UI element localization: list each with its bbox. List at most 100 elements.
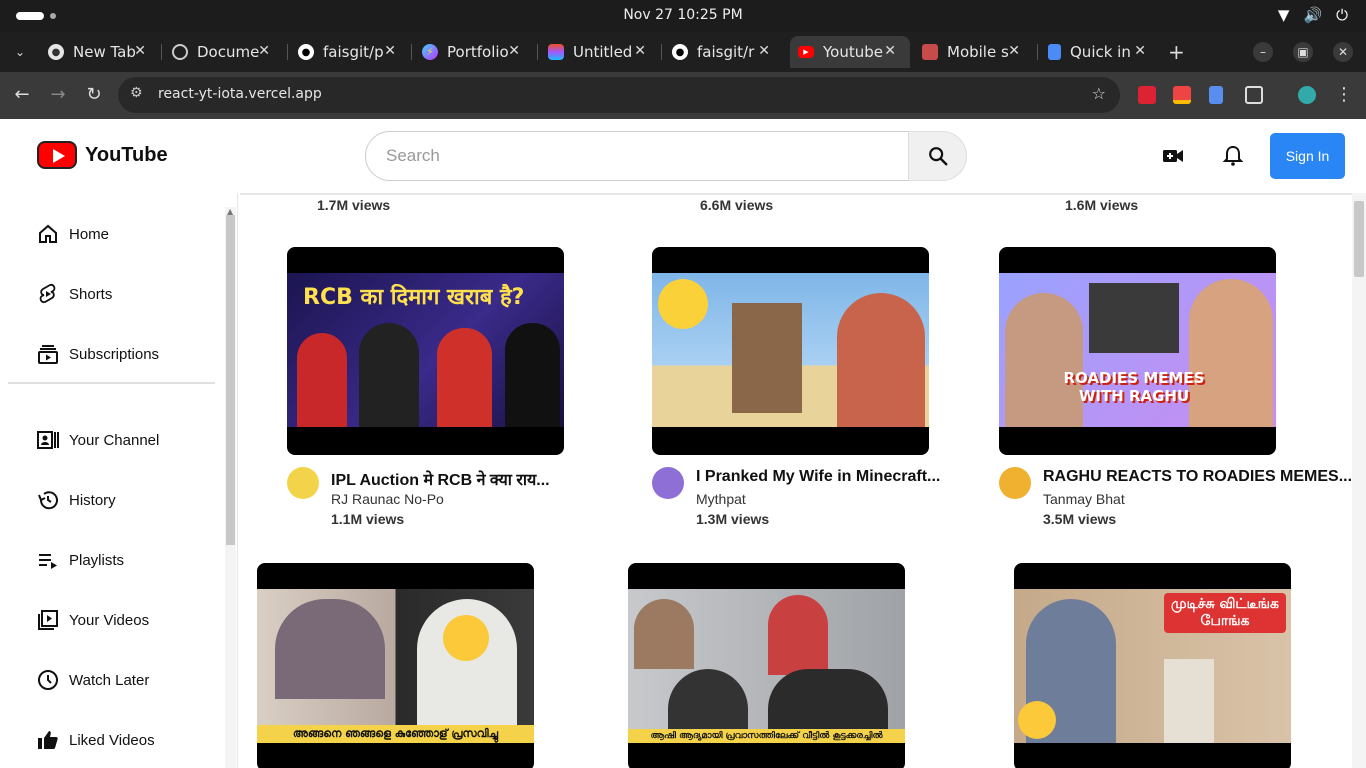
- extension-docs-icon[interactable]: [1209, 86, 1223, 104]
- sidebar-scroll-thumb[interactable]: [226, 215, 235, 545]
- close-icon[interactable]: ✕: [884, 43, 896, 59]
- sidebar-item-history[interactable]: History: [36, 486, 116, 514]
- tab-untitled[interactable]: Untitled ✕: [540, 36, 660, 68]
- web-page: YouTube Sign In Home Shorts Subscription…: [0, 119, 1366, 768]
- tab-quick[interactable]: Quick in ✕: [1040, 36, 1160, 68]
- close-icon[interactable]: ✕: [1134, 43, 1146, 59]
- video-title[interactable]: IPL Auction मे RCB ने क्या राय...: [331, 468, 641, 490]
- reload-icon[interactable]: ↻: [83, 84, 105, 105]
- channel-name[interactable]: Tanmay Bhat: [1043, 491, 1125, 507]
- close-icon[interactable]: ✕: [384, 43, 396, 59]
- video-thumbnail[interactable]: RCB का दिमाग खराब है?: [287, 247, 564, 455]
- sidebar-item-home[interactable]: Home: [36, 220, 109, 248]
- video-camera-plus-icon[interactable]: [1161, 144, 1185, 168]
- video-title[interactable]: RAGHU REACTS TO ROADIES MEMES...: [1043, 468, 1352, 486]
- page-scroll-thumb[interactable]: [1354, 201, 1364, 277]
- extension-red-icon[interactable]: [1138, 86, 1156, 104]
- sidebar-scrollbar[interactable]: ▲: [225, 207, 236, 768]
- video-thumbnail[interactable]: അങ്ങനെ ഞങ്ങളെ കുഞ്ഞോള് പ്രസവിച്ചു: [257, 563, 534, 768]
- tab-separator: [1037, 44, 1038, 60]
- system-tray[interactable]: ▼ 🔊 ⏻: [1278, 6, 1348, 24]
- video-card[interactable]: RCB का दिमाग खराब है? IPL Auction मे RCB…: [287, 247, 647, 529]
- video-card[interactable]: I Pranked My Wife in Minecraft... Mythpa…: [652, 247, 1012, 529]
- extensions-puzzle-icon[interactable]: [1245, 86, 1263, 104]
- sidebar-item-your-videos[interactable]: Your Videos: [36, 606, 149, 634]
- tab-document[interactable]: Document ✕: [164, 36, 284, 68]
- channel-avatar[interactable]: [287, 467, 319, 499]
- video-card[interactable]: ആഷി ആദ്യമായി പ്രവാസത്തിലേക്ക് വീട്ടിൽ കൂ…: [628, 563, 988, 768]
- bell-icon[interactable]: [1221, 144, 1245, 168]
- search-input[interactable]: [365, 131, 909, 181]
- extension-flag-icon[interactable]: [1173, 86, 1191, 104]
- sidebar-item-your-channel[interactable]: Your Channel: [36, 426, 159, 454]
- back-arrow-icon[interactable]: ←: [11, 84, 33, 105]
- video-title[interactable]: I Pranked My Wife in Minecraft...: [696, 468, 1006, 486]
- os-top-bar: Nov 27 10:25 PM ▼ 🔊 ⏻: [0, 0, 1366, 32]
- sidebar-item-shorts[interactable]: Shorts: [36, 280, 112, 308]
- video-views: 1.3M views: [696, 511, 770, 527]
- forward-arrow-icon[interactable]: →: [47, 84, 69, 105]
- tab-search-chevron-icon[interactable]: ⌄: [10, 42, 30, 62]
- thumbnail-person: [505, 323, 560, 427]
- close-icon[interactable]: ✕: [1008, 43, 1020, 59]
- tab-mobile[interactable]: Mobile s ✕: [914, 36, 1034, 68]
- video-thumbnail[interactable]: ആഷി ആദ്യമായി പ്രവാസത്തിലേക്ക് വീട്ടിൽ കൂ…: [628, 563, 905, 768]
- close-icon[interactable]: ✕: [634, 43, 646, 59]
- clock-icon: [38, 670, 58, 690]
- site-settings-icon[interactable]: ⚙: [130, 85, 143, 101]
- thumbnail-panel: [1089, 283, 1179, 353]
- search-button[interactable]: [908, 131, 967, 181]
- video-views: 3.5M views: [1043, 511, 1117, 527]
- channel-name[interactable]: RJ Raunac No-Po: [331, 491, 444, 507]
- video-thumbnail[interactable]: [652, 247, 929, 455]
- profile-avatar[interactable]: [1298, 86, 1316, 104]
- sign-in-button[interactable]: Sign In: [1270, 133, 1345, 179]
- thumbnail-text: അങ്ങനെ ഞങ്ങളെ കുഞ്ഞോള് പ്രസവിച്ചു: [257, 725, 534, 743]
- new-tab-plus-icon[interactable]: +: [1168, 40, 1185, 64]
- thumbnail-image: [652, 273, 929, 427]
- sidebar-item-watch-later[interactable]: Watch Later: [36, 666, 149, 694]
- tab-label: Quick in: [1070, 43, 1131, 61]
- video-thumbnail[interactable]: ROADIES MEMES WITH RAGHU: [999, 247, 1276, 455]
- tab-separator: [287, 44, 288, 60]
- video-meta: I Pranked My Wife in Minecraft... Mythpa…: [652, 467, 1012, 529]
- sidebar-divider: [8, 382, 215, 384]
- video-card[interactable]: முடிச்சு விட்டீங்க போங்க: [1014, 563, 1352, 768]
- tab-label: New Tab: [73, 43, 135, 61]
- os-clock[interactable]: Nov 27 10:25 PM: [0, 7, 1366, 23]
- sidebar-item-playlists[interactable]: Playlists: [36, 546, 124, 574]
- close-icon[interactable]: ✕: [508, 43, 520, 59]
- url-text[interactable]: react-yt-iota.vercel.app: [158, 86, 322, 102]
- channel-avatar[interactable]: [999, 467, 1031, 499]
- minimize-icon[interactable]: –: [1253, 42, 1273, 62]
- tab-github-1[interactable]: ● faisgit/p ✕: [290, 36, 410, 68]
- video-views: 1.6M views: [1065, 197, 1139, 213]
- youtube-logo-icon[interactable]: [37, 141, 77, 169]
- close-icon[interactable]: ✕: [258, 43, 270, 59]
- close-icon[interactable]: ✕: [758, 43, 770, 59]
- channel-avatar[interactable]: [652, 467, 684, 499]
- brand-name[interactable]: YouTube: [85, 144, 168, 167]
- browser-menu-icon[interactable]: ⋮: [1333, 84, 1355, 105]
- thumbnail-person: [437, 328, 492, 427]
- page-scrollbar[interactable]: [1352, 193, 1366, 768]
- bookmark-star-icon[interactable]: ☆: [1092, 84, 1106, 103]
- video-thumbnail[interactable]: முடிச்சு விட்டீங்க போங்க: [1014, 563, 1291, 768]
- sidebar-item-subscriptions[interactable]: Subscriptions: [36, 340, 159, 368]
- maximize-icon[interactable]: ▣: [1293, 42, 1313, 62]
- sidebar-item-liked-videos[interactable]: Liked Videos: [36, 726, 155, 754]
- playlist-icon: [39, 554, 57, 569]
- site-icon: [922, 44, 938, 60]
- close-icon[interactable]: ✕: [134, 43, 146, 59]
- video-card[interactable]: ROADIES MEMES WITH RAGHU RAGHU REACTS TO…: [999, 247, 1352, 529]
- sidebar-item-label: Home: [69, 225, 110, 243]
- video-card[interactable]: അങ്ങനെ ഞങ്ങളെ കുഞ്ഞോള് പ്രസവിച്ചു: [257, 563, 617, 768]
- tab-github-2[interactable]: ● faisgit/r ✕: [664, 36, 784, 68]
- tab-youtube[interactable]: ▶ Youtube ✕: [790, 36, 910, 68]
- tab-separator: [161, 44, 162, 60]
- channel-name[interactable]: Mythpat: [696, 491, 746, 507]
- window-close-icon[interactable]: ✕: [1333, 42, 1353, 62]
- address-bar[interactable]: ⚙ react-yt-iota.vercel.app ☆: [118, 77, 1120, 113]
- tab-new-tab[interactable]: ● New Tab ✕: [40, 36, 160, 68]
- tab-portfolio[interactable]: ⚡ Portfolio ✕: [414, 36, 534, 68]
